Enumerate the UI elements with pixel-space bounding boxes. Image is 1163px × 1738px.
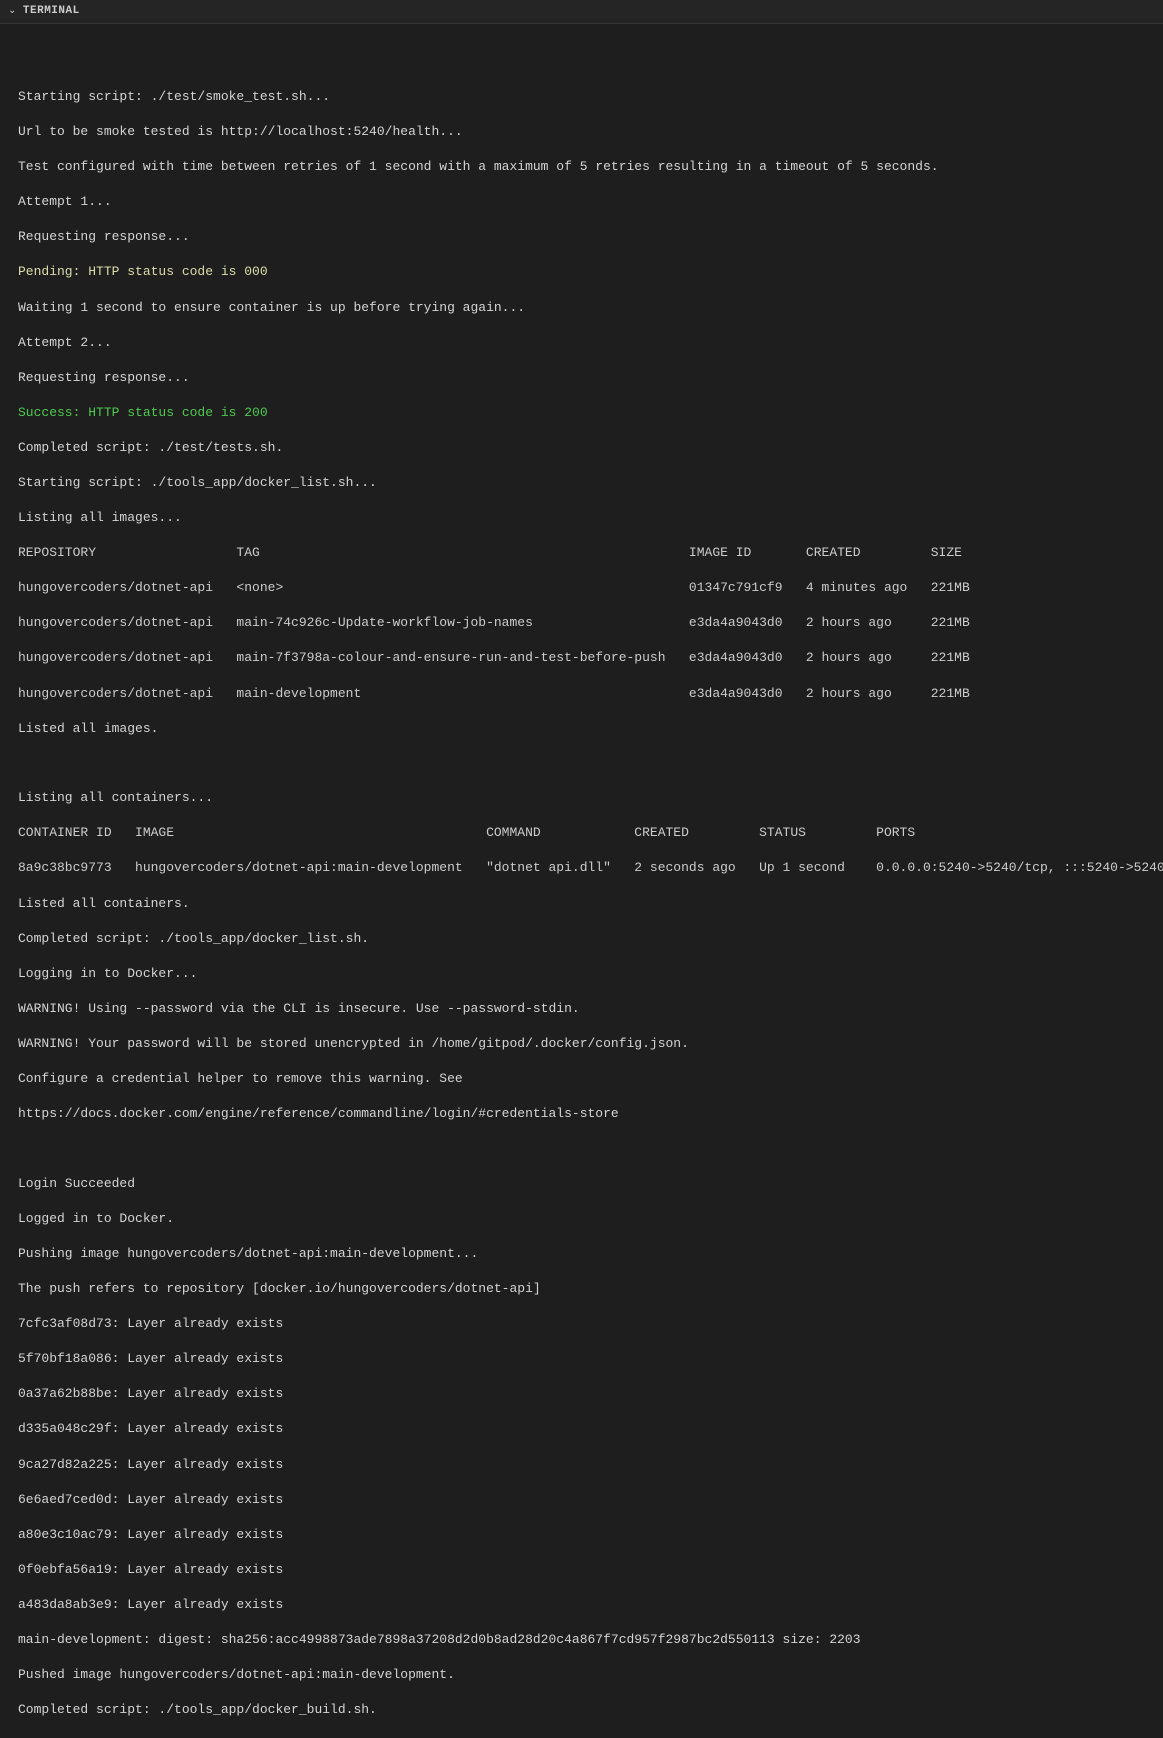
output-line: Waiting 1 second to ensure container is …	[18, 299, 1145, 317]
output-line: d335a048c29f: Layer already exists	[18, 1420, 1145, 1438]
output-line: Pushed image hungovercoders/dotnet-api:m…	[18, 1666, 1145, 1684]
images-table-row: hungovercoders/dotnet-api main-7f3798a-c…	[18, 649, 1145, 667]
output-line: WARNING! Using --password via the CLI is…	[18, 1000, 1145, 1018]
prompt-user: gitpod	[18, 1737, 65, 1738]
images-table-row: hungovercoders/dotnet-api main-74c926c-U…	[18, 614, 1145, 632]
output-line: Logging in to Docker...	[18, 965, 1145, 983]
output-line: Logged in to Docker.	[18, 1210, 1145, 1228]
terminal-output[interactable]: Starting script: ./test/smoke_test.sh...…	[0, 24, 1163, 1738]
output-line: Login Succeeded	[18, 1175, 1145, 1193]
output-line: a483da8ab3e9: Layer already exists	[18, 1596, 1145, 1614]
output-line: Requesting response...	[18, 369, 1145, 387]
prompt-branch: (main)	[353, 1737, 400, 1738]
output-line: 9ca27d82a225: Layer already exists	[18, 1456, 1145, 1474]
containers-table-header: CONTAINER ID IMAGE COMMAND CREATED STATU…	[18, 824, 1145, 842]
images-table-header: REPOSITORY TAG IMAGE ID CREATED SIZE	[18, 544, 1145, 562]
output-line: Listed all containers.	[18, 895, 1145, 913]
output-line: Completed script: ./tools_app/docker_lis…	[18, 930, 1145, 948]
output-line: 5f70bf18a086: Layer already exists	[18, 1350, 1145, 1368]
output-line: 7cfc3af08d73: Layer already exists	[18, 1315, 1145, 1333]
output-line: a80e3c10ac79: Layer already exists	[18, 1526, 1145, 1544]
output-line: Starting script: ./tools_app/docker_list…	[18, 474, 1145, 492]
prompt-path: /workspace/template.azure.container	[73, 1737, 346, 1738]
output-line-pending: Pending: HTTP status code is 000	[18, 263, 1145, 281]
output-line: Completed script: ./tools_app/docker_bui…	[18, 1701, 1145, 1719]
output-line-success: Success: HTTP status code is 200	[18, 404, 1145, 422]
output-line: 0f0ebfa56a19: Layer already exists	[18, 1561, 1145, 1579]
images-table-row: hungovercoders/dotnet-api main-developme…	[18, 685, 1145, 703]
output-line: https://docs.docker.com/engine/reference…	[18, 1105, 1145, 1123]
prompt-line[interactable]: gitpod /workspace/template.azure.contain…	[18, 1736, 1145, 1738]
output-line: The push refers to repository [docker.io…	[18, 1280, 1145, 1298]
output-line: 6e6aed7ced0d: Layer already exists	[18, 1491, 1145, 1509]
containers-table-row: 8a9c38bc9773 hungovercoders/dotnet-api:m…	[18, 859, 1145, 877]
output-line: Starting script: ./test/smoke_test.sh...	[18, 88, 1145, 106]
output-line: Configure a credential helper to remove …	[18, 1070, 1145, 1088]
terminal-tab-title[interactable]: TERMINAL	[23, 4, 80, 19]
output-line: Attempt 1...	[18, 193, 1145, 211]
output-line: Pushing image hungovercoders/dotnet-api:…	[18, 1245, 1145, 1263]
terminal-header: ⌄ TERMINAL	[0, 0, 1163, 24]
output-line: Requesting response...	[18, 228, 1145, 246]
chevron-down-icon[interactable]: ⌄	[8, 5, 17, 19]
output-line: Completed script: ./test/tests.sh.	[18, 439, 1145, 457]
output-line: WARNING! Your password will be stored un…	[18, 1035, 1145, 1053]
output-line: 0a37a62b88be: Layer already exists	[18, 1385, 1145, 1403]
output-line: Listing all images...	[18, 509, 1145, 527]
output-line: Attempt 2...	[18, 334, 1145, 352]
output-line: Listed all images.	[18, 720, 1145, 738]
images-table-row: hungovercoders/dotnet-api <none> 01347c7…	[18, 579, 1145, 597]
prompt-symbol: $	[408, 1737, 416, 1738]
output-line: Listing all containers...	[18, 789, 1145, 807]
output-line: main-development: digest: sha256:acc4998…	[18, 1631, 1145, 1649]
output-line: Url to be smoke tested is http://localho…	[18, 123, 1145, 141]
output-line: Test configured with time between retrie…	[18, 158, 1145, 176]
